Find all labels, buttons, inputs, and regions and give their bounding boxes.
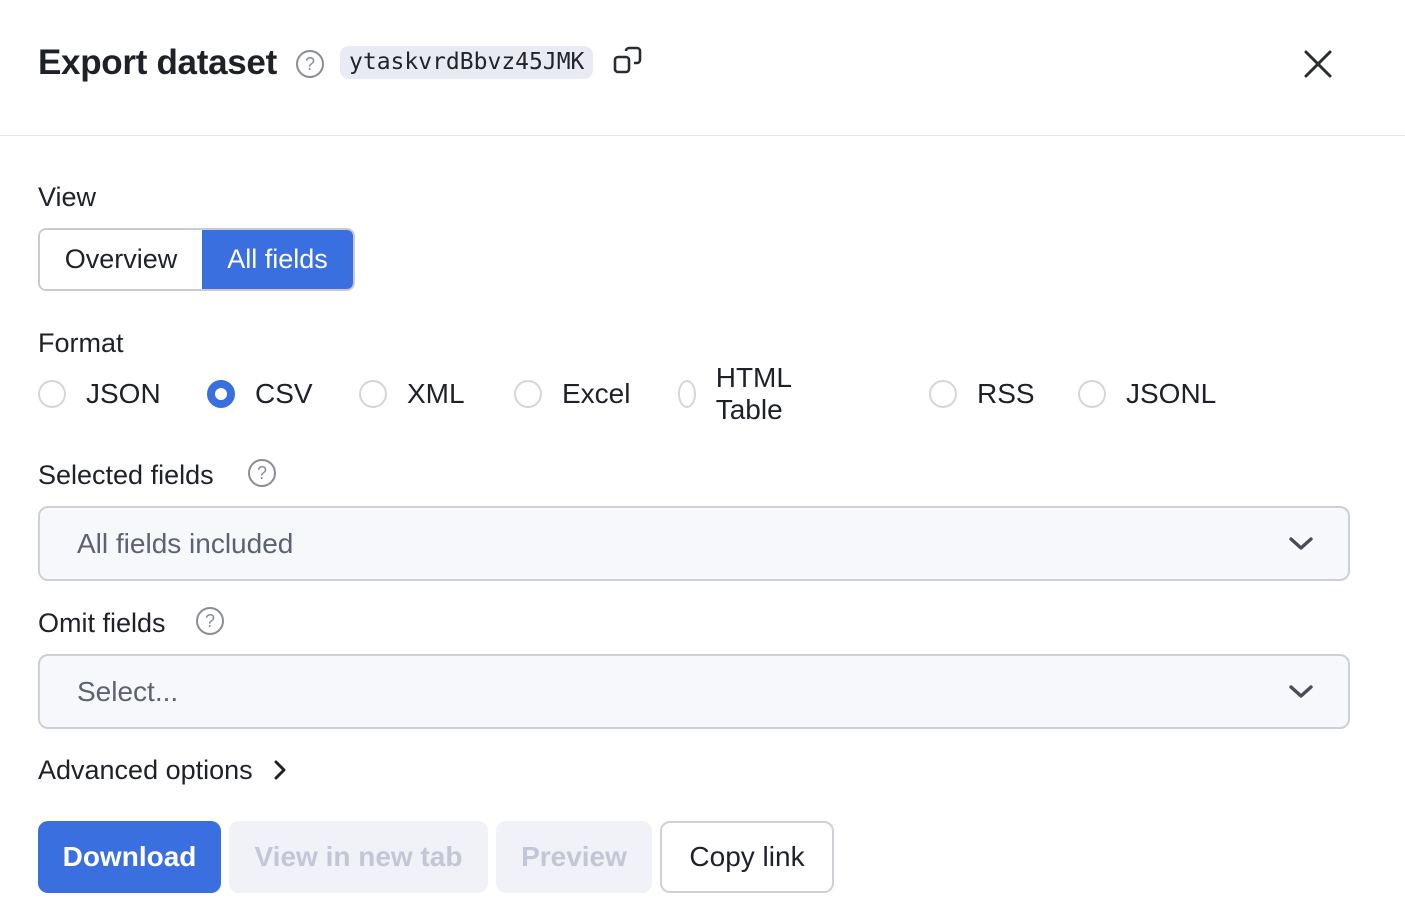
selected-fields-select[interactable]: All fields included <box>38 506 1350 581</box>
radio-unchecked-icon <box>1078 380 1106 408</box>
question-circle-icon[interactable]: ? <box>196 607 224 635</box>
dialog-title: Export dataset <box>38 43 277 82</box>
question-circle-icon[interactable]: ? <box>248 459 276 487</box>
selected-fields-label: Selected fields <box>38 460 214 490</box>
chevron-down-icon <box>1289 685 1313 698</box>
format-radio-rss[interactable]: RSS <box>929 374 1035 414</box>
format-radio-excel[interactable]: Excel <box>514 374 630 414</box>
selected-fields-value: All fields included <box>77 528 294 559</box>
radio-label: Excel <box>562 378 631 409</box>
dataset-id-chip: ytaskvrdBbvz45JMK <box>340 46 594 79</box>
advanced-options-label: Advanced options <box>38 754 253 785</box>
radio-checked-icon <box>207 380 235 408</box>
radio-label: RSS <box>977 378 1035 409</box>
omit-fields-placeholder: Select... <box>77 676 179 707</box>
copy-icon[interactable] <box>612 45 644 77</box>
format-radio-json[interactable]: JSON <box>38 374 161 414</box>
radio-unchecked-icon <box>678 380 696 408</box>
radio-label: HTML Table <box>715 362 791 425</box>
omit-fields-select[interactable]: Select... <box>38 654 1350 729</box>
format-radio-csv[interactable]: CSV <box>207 374 313 414</box>
advanced-options-toggle[interactable]: Advanced options <box>38 753 287 787</box>
radio-unchecked-icon <box>359 380 387 408</box>
radio-unchecked-icon <box>38 380 66 408</box>
view-toggle: Overview All fields <box>38 228 355 291</box>
radio-label: XML <box>407 378 465 409</box>
format-label: Format <box>38 328 124 358</box>
close-icon[interactable] <box>1298 44 1338 84</box>
chevron-down-icon <box>1289 537 1313 550</box>
download-button[interactable]: Download <box>38 821 221 893</box>
copy-link-button[interactable]: Copy link <box>660 821 834 893</box>
view-option-all-fields[interactable]: All fields <box>202 230 353 289</box>
question-circle-icon[interactable]: ? <box>296 50 324 78</box>
format-radio-xml[interactable]: XML <box>359 374 465 414</box>
radio-label: JSON <box>86 378 161 409</box>
radio-label: JSONL <box>1126 378 1217 409</box>
format-radio-html-table[interactable]: HTML Table <box>678 362 801 425</box>
chevron-right-icon <box>274 760 286 780</box>
radio-unchecked-icon <box>929 380 957 408</box>
radio-unchecked-icon <box>514 380 542 408</box>
radio-label: CSV <box>255 378 313 409</box>
view-option-overview[interactable]: Overview <box>40 230 202 289</box>
format-radio-jsonl[interactable]: JSONL <box>1078 374 1216 414</box>
dialog-header: Export dataset ? ytaskvrdBbvz45JMK <box>0 0 1405 136</box>
omit-fields-label: Omit fields <box>38 608 166 638</box>
view-label: View <box>38 182 97 212</box>
preview-button[interactable]: Preview <box>496 821 652 893</box>
view-in-new-tab-button[interactable]: View in new tab <box>229 821 488 893</box>
